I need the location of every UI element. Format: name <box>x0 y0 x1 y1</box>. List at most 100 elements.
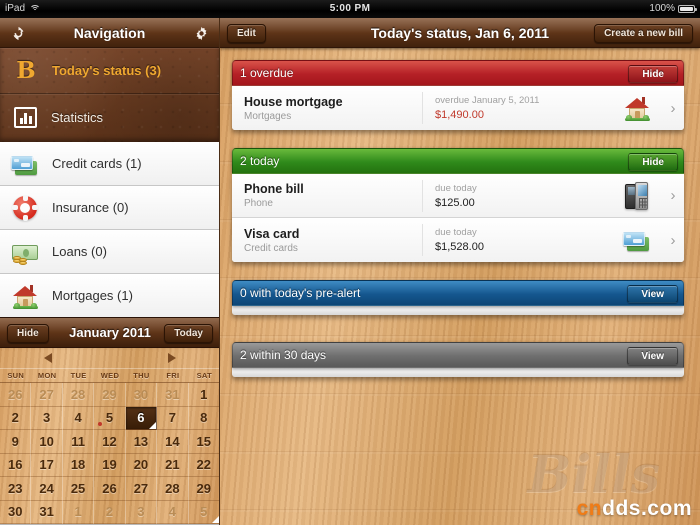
calendar-day[interactable]: 7 <box>157 407 188 431</box>
section-body: House mortgageMortgagesoverdue January 5… <box>232 86 684 130</box>
money-icon <box>10 237 40 267</box>
calendar-day[interactable]: 11 <box>63 430 94 454</box>
calendar-day-number: 9 <box>12 434 19 449</box>
calendar-day-number: 24 <box>39 481 53 496</box>
bill-due-info: overdue January 5, 2011 $1,490.00 <box>422 92 612 124</box>
calendar-day[interactable]: 27 <box>126 477 157 501</box>
calendar-day[interactable]: 2 <box>94 501 125 525</box>
calendar-day[interactable]: 27 <box>31 383 62 407</box>
bill-due-date: overdue January 5, 2011 <box>435 95 612 106</box>
gear-icon[interactable] <box>191 23 211 43</box>
calendar-day[interactable]: 2 <box>0 407 31 431</box>
calendar-day[interactable]: 31 <box>157 383 188 407</box>
section-view-button[interactable]: View <box>627 285 678 303</box>
calendar-day[interactable]: 19 <box>94 454 125 478</box>
calendar-day-header: WED <box>94 369 125 382</box>
section-hide-button[interactable]: Hide <box>628 153 678 171</box>
bill-name: Visa card <box>244 227 422 241</box>
calendar-day[interactable]: 4 <box>63 407 94 431</box>
calendar-today-button[interactable]: Today <box>164 324 213 343</box>
calendar-day-number: 14 <box>165 434 179 449</box>
calendar-day[interactable]: 5 <box>94 407 125 431</box>
calendar-day[interactable]: 1 <box>189 383 220 407</box>
bill-section-today: 2 today Hide Phone billPhonedue today$125.… <box>232 148 684 262</box>
sidebar-item-loans[interactable]: Loans (0) <box>0 230 219 274</box>
triangle-right-icon[interactable] <box>168 353 176 363</box>
calendar-day[interactable]: 28 <box>63 383 94 407</box>
calendar-day[interactable]: 17 <box>31 454 62 478</box>
calendar-day-number: 1 <box>200 387 207 402</box>
calendar-day[interactable]: 12 <box>94 430 125 454</box>
section-title: 2 within 30 days <box>240 348 326 362</box>
calendar-hide-button[interactable]: Hide <box>7 324 49 343</box>
calendar-day-number: 2 <box>12 410 19 425</box>
bill-row[interactable]: House mortgageMortgagesoverdue January 5… <box>232 86 684 130</box>
bill-amount: $1,528.00 <box>435 241 612 253</box>
calendar-day-number: 4 <box>74 410 81 425</box>
calendar-day-number: 29 <box>197 481 211 496</box>
calendar-day-number: 17 <box>39 457 53 472</box>
sync-icon[interactable] <box>8 23 28 43</box>
calendar-day-number: 22 <box>197 457 211 472</box>
bill-row[interactable]: Phone billPhonedue today$125.00› <box>232 174 684 218</box>
sidebar-item-credit-cards[interactable]: Credit cards (1) <box>0 142 219 186</box>
calendar-day[interactable]: 29 <box>94 383 125 407</box>
calendar-day[interactable]: 8 <box>189 407 220 431</box>
calendar-day[interactable]: 23 <box>0 477 31 501</box>
calendar-day[interactable]: 5 <box>189 501 220 525</box>
calendar-day[interactable]: 29 <box>189 477 220 501</box>
chevron-right-icon[interactable]: › <box>662 187 684 204</box>
calendar-day[interactable]: 15 <box>189 430 220 454</box>
calendar-day[interactable]: 25 <box>63 477 94 501</box>
sidebar-item-label: Credit cards (1) <box>52 156 142 171</box>
bill-icon-slot <box>612 181 662 211</box>
section-title: 2 today <box>240 154 279 168</box>
calendar-day-selected[interactable]: 6 <box>126 407 157 431</box>
calendar-day[interactable]: 14 <box>157 430 188 454</box>
calendar-day-number: 11 <box>71 434 85 449</box>
calendar-day-number: 26 <box>102 481 116 496</box>
calendar-day[interactable]: 18 <box>63 454 94 478</box>
calendar-day[interactable]: 4 <box>157 501 188 525</box>
calendar-day[interactable]: 24 <box>31 477 62 501</box>
calendar-day[interactable]: 22 <box>189 454 220 478</box>
calendar-day[interactable]: 9 <box>0 430 31 454</box>
sidebar-item-insurance[interactable]: Insurance (0) <box>0 186 219 230</box>
bill-amount: $1,490.00 <box>435 109 612 121</box>
triangle-left-icon[interactable] <box>44 353 52 363</box>
chevron-right-icon[interactable]: › <box>662 100 684 117</box>
calendar-day[interactable]: 16 <box>0 454 31 478</box>
bill-icon-slot <box>612 225 662 255</box>
bill-category: Phone <box>244 198 422 209</box>
calendar-day-number: 20 <box>134 457 148 472</box>
edit-button[interactable]: Edit <box>227 24 266 43</box>
create-new-bill-button[interactable]: Create a new bill <box>594 24 693 43</box>
calendar-day[interactable]: 13 <box>126 430 157 454</box>
bill-row[interactable]: Visa cardCredit cardsdue today$1,528.00› <box>232 218 684 262</box>
calendar-day[interactable]: 3 <box>126 501 157 525</box>
calendar-day[interactable]: 26 <box>0 383 31 407</box>
sidebar-item-mortgages[interactable]: Mortgages (1) <box>0 274 219 318</box>
calendar-day[interactable]: 30 <box>0 501 31 525</box>
calendar-day[interactable]: 10 <box>31 430 62 454</box>
sidebar-primary-section: B Today's status (3) Statistics <box>0 48 219 142</box>
bill-identity: House mortgageMortgages <box>232 95 422 122</box>
bill-icon-slot <box>612 93 662 123</box>
calendar-day[interactable]: 20 <box>126 454 157 478</box>
calendar-day[interactable]: 21 <box>157 454 188 478</box>
calendar-day[interactable]: 28 <box>157 477 188 501</box>
section-hide-button[interactable]: Hide <box>628 65 678 83</box>
calendar-day[interactable]: 31 <box>31 501 62 525</box>
calendar-day[interactable]: 30 <box>126 383 157 407</box>
sidebar-item-todays-status[interactable]: B Today's status (3) <box>0 48 219 94</box>
life-preserver-icon <box>10 193 40 223</box>
calendar-day-headers: SUN MON TUE WED THU FRI SAT <box>0 368 220 383</box>
calendar-day[interactable]: 1 <box>63 501 94 525</box>
calendar-day[interactable]: 26 <box>94 477 125 501</box>
section-view-button[interactable]: View <box>627 347 678 365</box>
calendar-day[interactable]: 3 <box>31 407 62 431</box>
chevron-right-icon[interactable]: › <box>662 232 684 249</box>
sidebar-item-statistics[interactable]: Statistics <box>0 94 219 140</box>
ios-status-bar: iPad 5:00 PM 100% <box>0 0 700 18</box>
sidebar-item-label: Statistics <box>51 110 103 125</box>
